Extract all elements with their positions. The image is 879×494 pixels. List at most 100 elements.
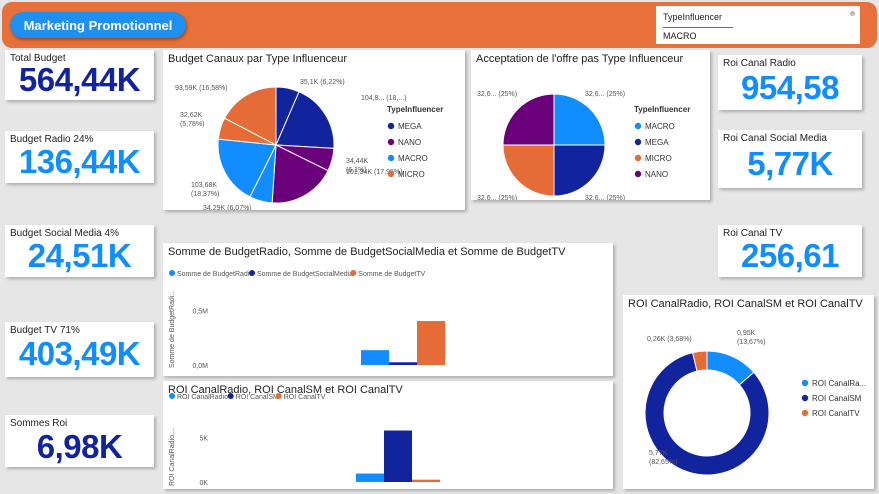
slice-label-pct: (13,67%) <box>737 339 765 346</box>
kpi-roi-social: Roi Canal Social Media 5,77K <box>718 130 862 188</box>
legend-item[interactable]: MACRO <box>398 154 428 163</box>
legend-item[interactable]: ROI CanalRa... <box>812 379 866 388</box>
legend-marker <box>634 122 642 130</box>
y-tick-label: 0,0M <box>192 363 208 370</box>
slice-label: 34,44K <box>346 158 369 165</box>
slice-label: 34,29K (6,07%) <box>203 205 252 210</box>
pie-slice[interactable] <box>553 93 606 146</box>
slice-label-pct: (82,65%) <box>649 459 677 466</box>
slicer-value[interactable]: MACRO <box>663 31 697 41</box>
legend-item[interactable]: ROI CanalSM <box>812 394 862 403</box>
legend-marker <box>634 154 642 162</box>
legend-marker <box>387 154 395 162</box>
kpi-budget-social: Budget Social Media 4% 24,51K <box>5 225 154 277</box>
legend-title: TypeInfluencer <box>387 105 443 114</box>
legend-item[interactable]: ROI CanalTV <box>812 409 860 418</box>
bar[interactable] <box>417 321 445 365</box>
kpi-value: 954,58 <box>741 69 839 106</box>
legend-item[interactable]: Somme de BudgetTV <box>358 271 425 278</box>
legend-marker <box>249 270 255 276</box>
slice-label-pct: (5,78%) <box>180 121 205 128</box>
slicer-clear-icon[interactable] <box>850 11 855 16</box>
roi-bar-svg: ROI CanalRadio ROI CanalSM ROI CanalTV ROI… <box>169 393 440 487</box>
pie-slice[interactable] <box>502 93 555 146</box>
slice-label: 103,68K <box>191 182 217 189</box>
slice-label: 32,6... (25%) <box>585 195 625 200</box>
slice-label: 5,77K <box>649 450 668 457</box>
legend-marker <box>350 270 357 276</box>
kpi-value: 403,49K <box>18 335 141 372</box>
y-axis-label: ROI CanalRadio,... <box>169 427 176 486</box>
slice-label-pct: (18,37%) <box>191 191 219 198</box>
roi-bar-chart[interactable]: ROI CanalRadio, ROI CanalSM et ROI Canal… <box>163 381 613 489</box>
y-axis-label: Somme de BudgetRadi.. <box>169 292 176 368</box>
type-influencer-slicer[interactable]: TypeInfluencer MACRO <box>656 6 860 44</box>
bar[interactable] <box>412 479 440 482</box>
legend-marker <box>387 138 395 146</box>
slice-label: 0,95K <box>737 330 756 337</box>
slicer-underline <box>663 27 733 28</box>
y-tick-label: 0K <box>199 480 208 487</box>
legend-item[interactable]: MICRO <box>645 154 672 163</box>
budget-canaux-chart[interactable]: Budget Canaux par Type Influenceur 35,1K… <box>163 50 465 210</box>
kpi-value: 5,77K <box>747 145 833 182</box>
acceptation-chart[interactable]: Acceptation de l'offre pas Type Influenc… <box>471 50 710 200</box>
kpi-value: 256,61 <box>741 237 839 274</box>
legend-item[interactable]: MICRO <box>398 170 425 179</box>
budget-bar-svg: Somme de BudgetRadio Somme de BudgetSocia… <box>169 270 445 370</box>
budget-bar-chart[interactable]: Somme de BudgetRadio, Somme de BudgetSoc… <box>163 243 613 376</box>
y-tick-label: 0,5M <box>192 308 208 315</box>
legend-item[interactable]: ROI CanalRadio <box>177 394 228 401</box>
legend-marker <box>634 138 642 146</box>
legend-title: TypeInfluencer <box>634 105 690 114</box>
slice-label: 0,26K (3,68%) <box>647 336 692 343</box>
slice-label: 32,62K <box>180 112 203 119</box>
roi-donut-svg: 0,95K(13,67%)5,77K(82,65%)0,26K (3,68%) … <box>644 330 866 476</box>
roi-donut-chart[interactable]: ROI CanalRadio, ROI CanalSM et ROI Canal… <box>623 295 874 489</box>
legend-item[interactable]: Somme de BudgetSocialMedia <box>257 271 353 278</box>
slicer-label: TypeInfluencer <box>663 12 723 22</box>
slice-label: 104,8... (18,...) <box>361 95 407 102</box>
kpi-total-budget: Total Budget 564,44K <box>5 50 154 100</box>
kpi-value: 24,51K <box>27 237 132 274</box>
legend-item[interactable]: MEGA <box>645 138 669 147</box>
kpi-budget-tv: Budget TV 71% 403,49K <box>5 322 154 377</box>
legend-item[interactable]: ROI CanalSM <box>236 394 279 401</box>
legend-item[interactable]: MACRO <box>645 122 675 131</box>
kpi-budget-radio: Budget Radio 24% 136,44K <box>5 131 154 183</box>
legend-item[interactable]: NANO <box>398 138 421 147</box>
kpi-roi-radio: Roi Canal Radio 954,58 <box>718 55 862 110</box>
slice-label: 93,59K (16,58%) <box>175 85 228 92</box>
kpi-label: Roi Canal Social Media <box>723 133 827 144</box>
bar[interactable] <box>384 430 412 482</box>
legend-item[interactable]: ROI CanalTV <box>284 394 326 401</box>
bar[interactable] <box>361 350 389 365</box>
legend-marker <box>634 170 642 178</box>
legend-item[interactable]: Somme de BudgetRadio <box>177 271 253 278</box>
kpi-value: 136,44K <box>18 143 141 180</box>
legend-marker <box>387 170 395 178</box>
dashboard-title-button[interactable]: Marketing Promotionnel <box>10 12 186 38</box>
legend-marker <box>227 393 234 399</box>
legend-item[interactable]: MEGA <box>398 122 422 131</box>
slice-label: 32,6... (25%) <box>477 195 517 200</box>
pie-slice[interactable] <box>502 144 555 197</box>
slice-label: 32,6... (25%) <box>585 91 625 98</box>
legend-marker <box>387 122 395 130</box>
legend-marker <box>169 270 175 276</box>
slice-label: 35,1K (6,22%) <box>300 79 345 86</box>
pie-slice[interactable] <box>553 144 606 197</box>
kpi-label: Roi Canal Radio <box>723 58 796 69</box>
legend-marker <box>801 409 809 417</box>
acceptation-svg: 32,6... (25%) 32,6... (25%) 32,6... (25%) 3… <box>477 91 690 200</box>
legend-marker <box>275 393 282 399</box>
slice-label: 32,6... (25%) <box>477 91 517 98</box>
kpi-roi-tv: Roi Canal TV 256,61 <box>718 225 862 277</box>
legend-marker <box>169 393 175 399</box>
bar[interactable] <box>389 362 417 365</box>
bar[interactable] <box>356 473 384 482</box>
kpi-value: 6,98K <box>36 428 123 465</box>
y-tick-label: 5K <box>199 435 208 442</box>
legend-item[interactable]: NANO <box>645 170 668 179</box>
kpi-sommes-roi: Sommes Roi 6,98K <box>5 415 154 467</box>
